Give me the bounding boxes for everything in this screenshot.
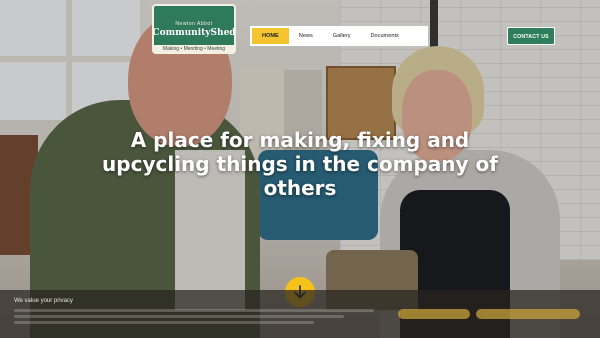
logo-name: CommunityShed	[152, 27, 236, 38]
nav-item-documents[interactable]: Documents	[361, 28, 409, 44]
privacy-text-line	[14, 309, 374, 312]
contact-us-button[interactable]: CONTACT US	[507, 27, 555, 45]
hero-heading: A place for making, fixing and upcycling…	[102, 128, 498, 200]
logo-arc-text: Newton Abbot	[175, 20, 213, 27]
privacy-banner: We value your privacy	[0, 290, 600, 338]
privacy-accept-button[interactable]	[398, 309, 470, 319]
nav-item-home[interactable]: HOME	[252, 28, 289, 44]
nav-item-news[interactable]: News	[289, 28, 323, 44]
nav-item-gallery[interactable]: Gallery	[323, 28, 361, 44]
privacy-text-line	[14, 315, 344, 318]
privacy-text-line	[14, 321, 314, 324]
privacy-title: We value your privacy	[14, 298, 73, 304]
privacy-settings-button[interactable]	[476, 309, 580, 319]
main-nav: HOME News Gallery Documents	[250, 26, 428, 46]
logo-tagline: Making • Mending • Meeting	[152, 45, 236, 54]
